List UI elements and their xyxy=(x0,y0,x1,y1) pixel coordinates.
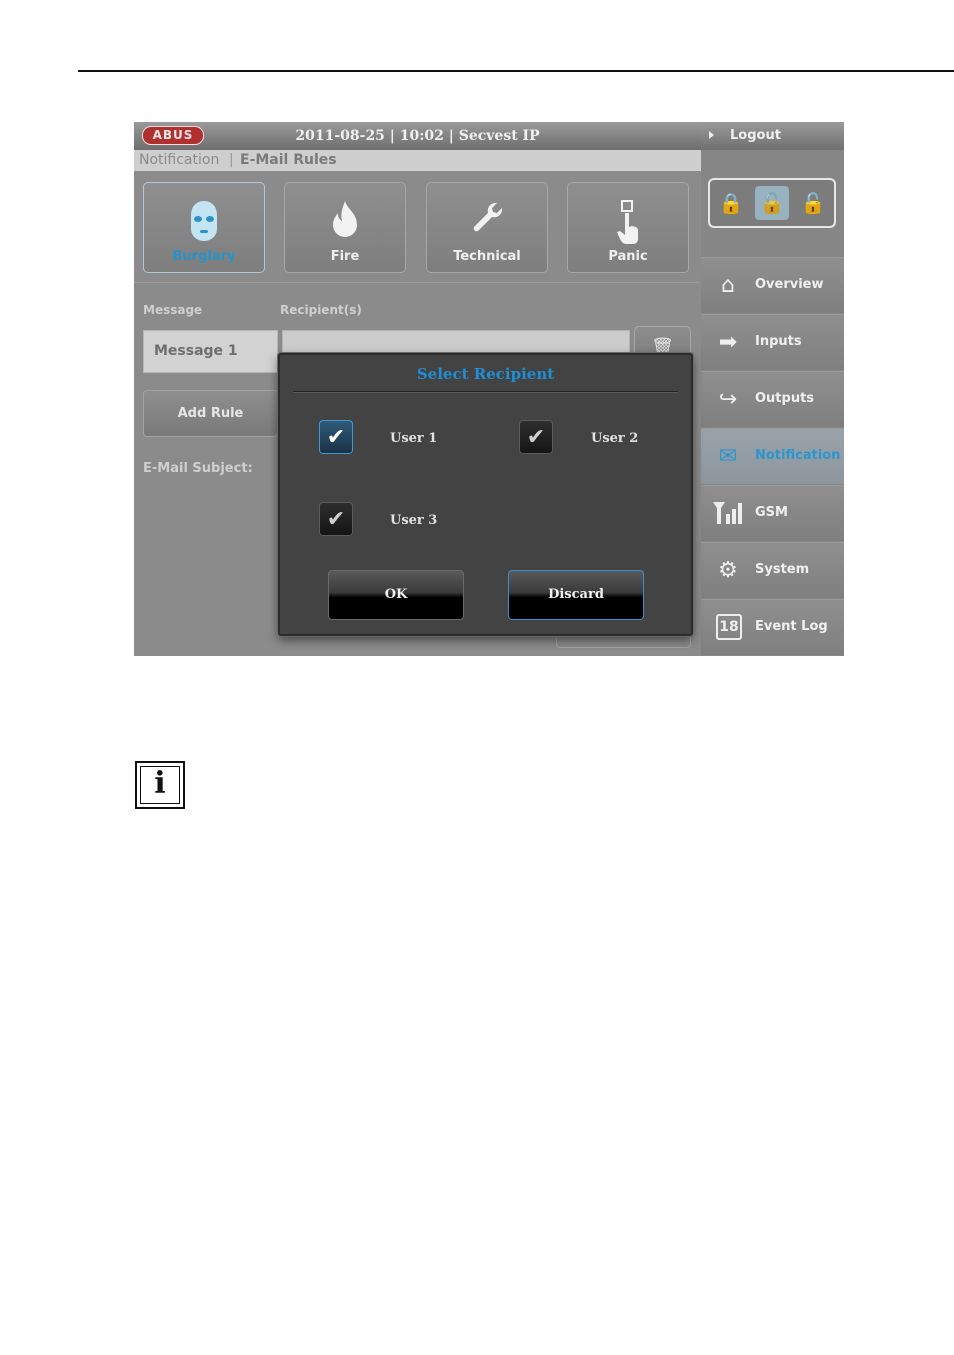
tile-technical[interactable]: Technical xyxy=(426,182,548,273)
sidebar-item-notification[interactable]: ✉ Notification xyxy=(701,428,844,484)
flame-icon xyxy=(285,199,405,252)
email-subject-label: E-Mail Subject: xyxy=(143,461,253,476)
gears-icon: ⚙ xyxy=(718,558,738,583)
recipients-label: Recipient(s) xyxy=(280,303,362,317)
tile-label: Fire xyxy=(330,249,360,264)
sidebar-item-label: GSM xyxy=(755,505,788,520)
calendar-icon: 18 xyxy=(716,614,742,640)
tile-panic[interactable]: Panic xyxy=(567,182,689,273)
signal-icon xyxy=(713,500,743,528)
discard-button[interactable]: Discard xyxy=(508,570,644,620)
header-bar: ABUS 2011-08-25 | 10:02 | Secvest IP xyxy=(134,122,701,150)
checkmark-icon: ✔ xyxy=(326,507,346,532)
select-recipient-dialog: Select Recipient ✔ User 1 ✔ User 2 ✔ Use… xyxy=(278,353,693,636)
breadcrumb-separator: | xyxy=(229,152,234,168)
lock-open-icon[interactable]: 🔓 xyxy=(796,186,830,220)
tile-label: Technical xyxy=(453,249,521,264)
ok-button[interactable]: OK xyxy=(328,570,464,620)
user-1-label: User 1 xyxy=(390,431,438,446)
arrow-right-icon xyxy=(709,131,714,139)
breadcrumb-page: E-Mail Rules xyxy=(240,152,337,168)
sidebar-item-label: System xyxy=(755,562,810,577)
lock-partial-icon[interactable]: 🔓 xyxy=(755,186,789,220)
message-field[interactable]: Message 1 xyxy=(143,330,278,373)
tile-fire[interactable]: Fire xyxy=(284,182,406,273)
checkmark-icon: ✔ xyxy=(326,425,346,450)
sidebar-item-label: Overview xyxy=(755,277,824,292)
checkmark-icon: ✔ xyxy=(526,425,546,450)
user-3-label: User 3 xyxy=(390,513,438,528)
info-glyph: i xyxy=(154,766,166,801)
input-icon: ➡ xyxy=(718,330,738,355)
dialog-title: Select Recipient xyxy=(416,365,555,383)
sidebar-item-system[interactable]: ⚙ System xyxy=(701,542,844,598)
user-1-checkbox[interactable]: ✔ xyxy=(319,420,353,454)
dialog-divider xyxy=(293,391,678,393)
sidebar-item-event-log[interactable]: 18 Event Log xyxy=(701,599,844,655)
divider xyxy=(134,282,699,283)
lock-closed-icon[interactable]: 🔒 xyxy=(714,186,748,220)
sidebar-item-outputs[interactable]: ↪ Outputs xyxy=(701,371,844,427)
sidebar-item-label: Inputs xyxy=(755,334,802,349)
breadcrumb-section[interactable]: Notification xyxy=(139,150,219,171)
panic-hand-icon xyxy=(568,199,688,254)
user-3-checkbox[interactable]: ✔ xyxy=(319,502,353,536)
logout-label: Logout xyxy=(730,128,781,143)
logout-button[interactable]: Logout xyxy=(701,122,844,150)
add-rule-button[interactable]: Add Rule xyxy=(143,390,278,437)
sidebar-item-overview[interactable]: ⌂ Overview xyxy=(701,257,844,313)
sidebar-item-label: Notification xyxy=(755,448,841,463)
app-screenshot: ABUS 2011-08-25 | 10:02 | Secvest IP Log… xyxy=(134,122,844,656)
output-icon: ↪ xyxy=(718,387,738,412)
arm-state-selector: 🔒 🔓 🔓 xyxy=(708,178,836,228)
home-icon: ⌂ xyxy=(721,273,735,298)
sidebar-item-gsm[interactable]: GSM xyxy=(701,485,844,541)
tile-burglary[interactable]: Burglary xyxy=(143,182,265,273)
sidebar-item-label: Event Log xyxy=(755,619,828,634)
header-title: 2011-08-25 | 10:02 | Secvest IP xyxy=(295,128,540,144)
mask-icon xyxy=(144,199,264,252)
tile-label: Panic xyxy=(608,249,648,264)
breadcrumb: Notification | E-Mail Rules xyxy=(134,150,701,171)
envelope-icon: ✉ xyxy=(718,444,738,469)
sidebar-item-inputs[interactable]: ➡ Inputs xyxy=(701,314,844,370)
message-label: Message xyxy=(143,303,203,317)
page-top-rule xyxy=(78,70,954,72)
sidebar-item-label: Outputs xyxy=(755,391,815,406)
user-2-checkbox[interactable]: ✔ xyxy=(519,420,553,454)
info-note-icon: i xyxy=(135,761,185,809)
tile-label: Burglary xyxy=(172,249,236,264)
user-2-label: User 2 xyxy=(591,431,639,446)
wrench-icon xyxy=(427,199,547,252)
